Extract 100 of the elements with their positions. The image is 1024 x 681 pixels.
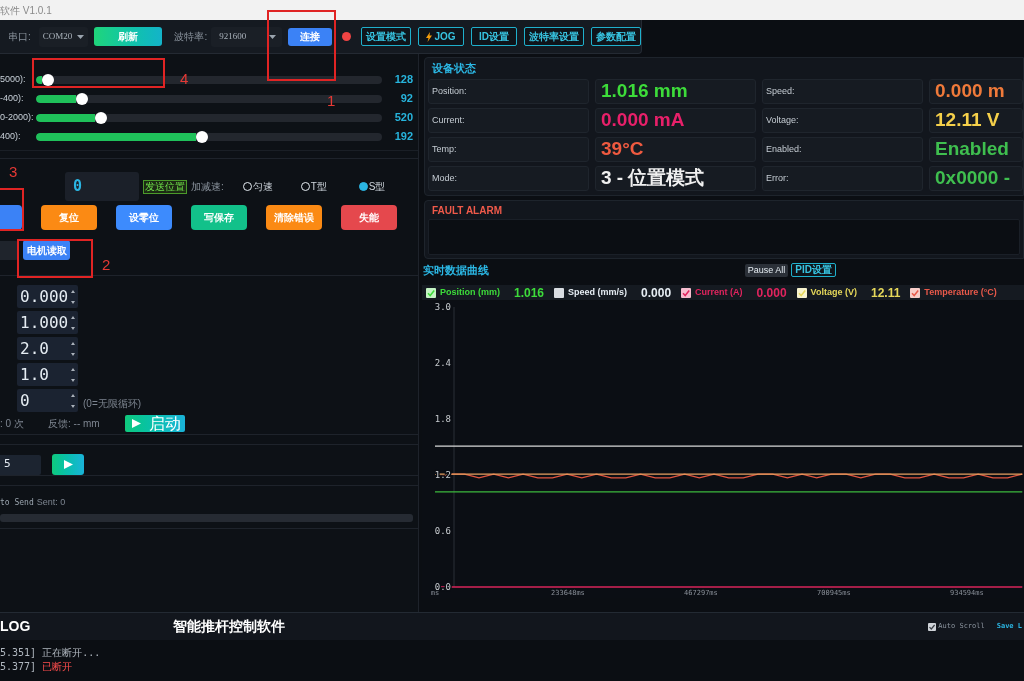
- radio-option[interactable]: T型: [300, 179, 359, 194]
- slider-thumb[interactable]: [196, 130, 209, 143]
- slider-track[interactable]: [36, 132, 382, 141]
- checkbox-icon[interactable]: [910, 287, 921, 298]
- spin-arrows-icon: [71, 393, 75, 408]
- action-button[interactable]: 失能: [341, 205, 397, 230]
- status-label: Temp:: [428, 137, 589, 162]
- slider-track[interactable]: [36, 75, 382, 84]
- legend-label: Voltage (V): [810, 285, 857, 299]
- annotation-frame: [267, 10, 336, 81]
- spin-arrows-icon: [71, 315, 75, 330]
- step-input[interactable]: 5: [0, 454, 41, 475]
- number-spinbox[interactable]: 1.0: [17, 363, 78, 386]
- annotation-number: 1: [327, 93, 336, 108]
- pid-settings-button[interactable]: PID设置: [791, 263, 836, 277]
- slider-value: 520: [394, 110, 413, 126]
- status-label: Position:: [428, 79, 589, 104]
- caret-icon: [268, 34, 276, 39]
- status-label: Enabled:: [762, 137, 923, 162]
- annotation-number: 3: [9, 164, 18, 179]
- status-value: 39°C: [595, 137, 756, 162]
- connect-button[interactable]: 连接: [287, 27, 332, 46]
- hint-text: (0=无限循环): [83, 397, 142, 411]
- status-label: Error:: [762, 166, 923, 191]
- log-line: 5.377] 已断开: [0, 661, 74, 673]
- radio-option[interactable]: 匀速: [242, 179, 301, 194]
- log-line: 5.351] 正在断开...: [0, 647, 102, 659]
- toolbar-button[interactable]: 波特率设置: [524, 27, 584, 46]
- auto-send-label: to Send: [0, 497, 34, 509]
- toolbar-button[interactable]: 设置模式: [361, 27, 411, 46]
- read-button[interactable]: 电机读取: [23, 240, 70, 260]
- legend-label: Current (A): [695, 285, 743, 299]
- number-spinbox[interactable]: 1.000: [17, 311, 78, 334]
- slider-thumb[interactable]: [42, 73, 55, 86]
- alarm-title: FAULT ALARM: [431, 205, 503, 217]
- slider-thumb[interactable]: [95, 111, 108, 124]
- annotation-number: 4: [180, 71, 189, 86]
- axis-label: 3.0: [434, 301, 451, 312]
- checkbox-icon[interactable]: [681, 287, 692, 298]
- number-spinbox[interactable]: 0: [17, 389, 78, 412]
- annotation-frame: [0, 188, 24, 231]
- number-spinbox[interactable]: 0.000: [17, 285, 78, 308]
- axis-label: 2.4: [434, 357, 451, 368]
- legend-label: Position (mm): [440, 285, 500, 299]
- toolbar-button[interactable]: ID设置: [471, 27, 517, 46]
- legend-label: Speed (mm/s): [568, 285, 628, 299]
- scrollbar[interactable]: [0, 514, 413, 522]
- checkbox-icon[interactable]: [554, 287, 565, 298]
- legend-value: 12.11: [870, 284, 901, 302]
- status-label: Mode:: [428, 166, 589, 191]
- slider-track[interactable]: [36, 113, 382, 122]
- status-value: Enabled: [929, 137, 1023, 162]
- input-field[interactable]: [0, 240, 18, 260]
- panel-title: 设备状态: [431, 62, 477, 75]
- status-label: Voltage:: [762, 108, 923, 133]
- window-title: 软件 V1.0.1: [0, 3, 52, 18]
- axis-label: 0.6: [434, 525, 451, 536]
- send-position-button[interactable]: 发送位置: [143, 179, 187, 194]
- status-value: 3 - 位置模式: [595, 166, 756, 191]
- status-value: 0x0000 -: [929, 166, 1023, 191]
- slider-label: 0-2000):: [0, 110, 35, 124]
- spin-arrows-icon: [71, 367, 75, 382]
- status-value: 0.000 mA: [595, 108, 756, 133]
- checkbox-icon[interactable]: [426, 287, 436, 298]
- number-spinbox[interactable]: 2.0: [17, 337, 78, 360]
- play-icon: [63, 460, 73, 469]
- pause-button[interactable]: Pause All: [744, 263, 789, 277]
- toolbar-button[interactable]: 参数配置: [591, 27, 641, 46]
- slider-value: 128: [394, 72, 413, 88]
- spin-arrows-icon: [71, 341, 75, 356]
- slider-thumb[interactable]: [76, 92, 88, 105]
- status-value: 12.11 V: [929, 108, 1023, 133]
- baud-dropdown[interactable]: 921600: [211, 26, 282, 47]
- lightning-icon: [426, 31, 433, 42]
- slider-label: 400):: [0, 129, 22, 143]
- sent-count: Sent: 0: [36, 496, 66, 510]
- status-label: Current:: [428, 108, 589, 133]
- app-title: 智能推杆控制软件: [173, 617, 286, 636]
- checkbox-icon[interactable]: [796, 287, 807, 298]
- position-input[interactable]: 0: [65, 172, 139, 201]
- axis-label: 1.8: [434, 413, 451, 424]
- status-value: 0.000 m: [929, 79, 1023, 104]
- caret-icon: [77, 34, 85, 39]
- chart-title: 实时数据曲线: [422, 262, 489, 278]
- play-icon: [132, 419, 141, 428]
- legend-value: 1.016: [514, 284, 545, 302]
- run-button[interactable]: [52, 454, 84, 475]
- radio-option[interactable]: S型: [358, 179, 417, 194]
- annotation-number: 2: [102, 257, 111, 272]
- accel-label: 加减速:: [191, 180, 224, 194]
- slider-label: 5000):: [0, 72, 27, 86]
- legend-value: 0.000: [641, 284, 672, 302]
- status-label: Speed:: [762, 79, 923, 104]
- toolbar-button[interactable]: JOG: [418, 27, 464, 46]
- feedback-text: 反馈: -- mm: [48, 417, 101, 431]
- slider-value: 192: [394, 129, 413, 145]
- port-label: 串口:: [8, 30, 31, 44]
- port-dropdown[interactable]: COM20: [38, 26, 89, 47]
- cycle-count: : 0 次: [0, 417, 25, 431]
- slider-label: -400):: [0, 91, 25, 105]
